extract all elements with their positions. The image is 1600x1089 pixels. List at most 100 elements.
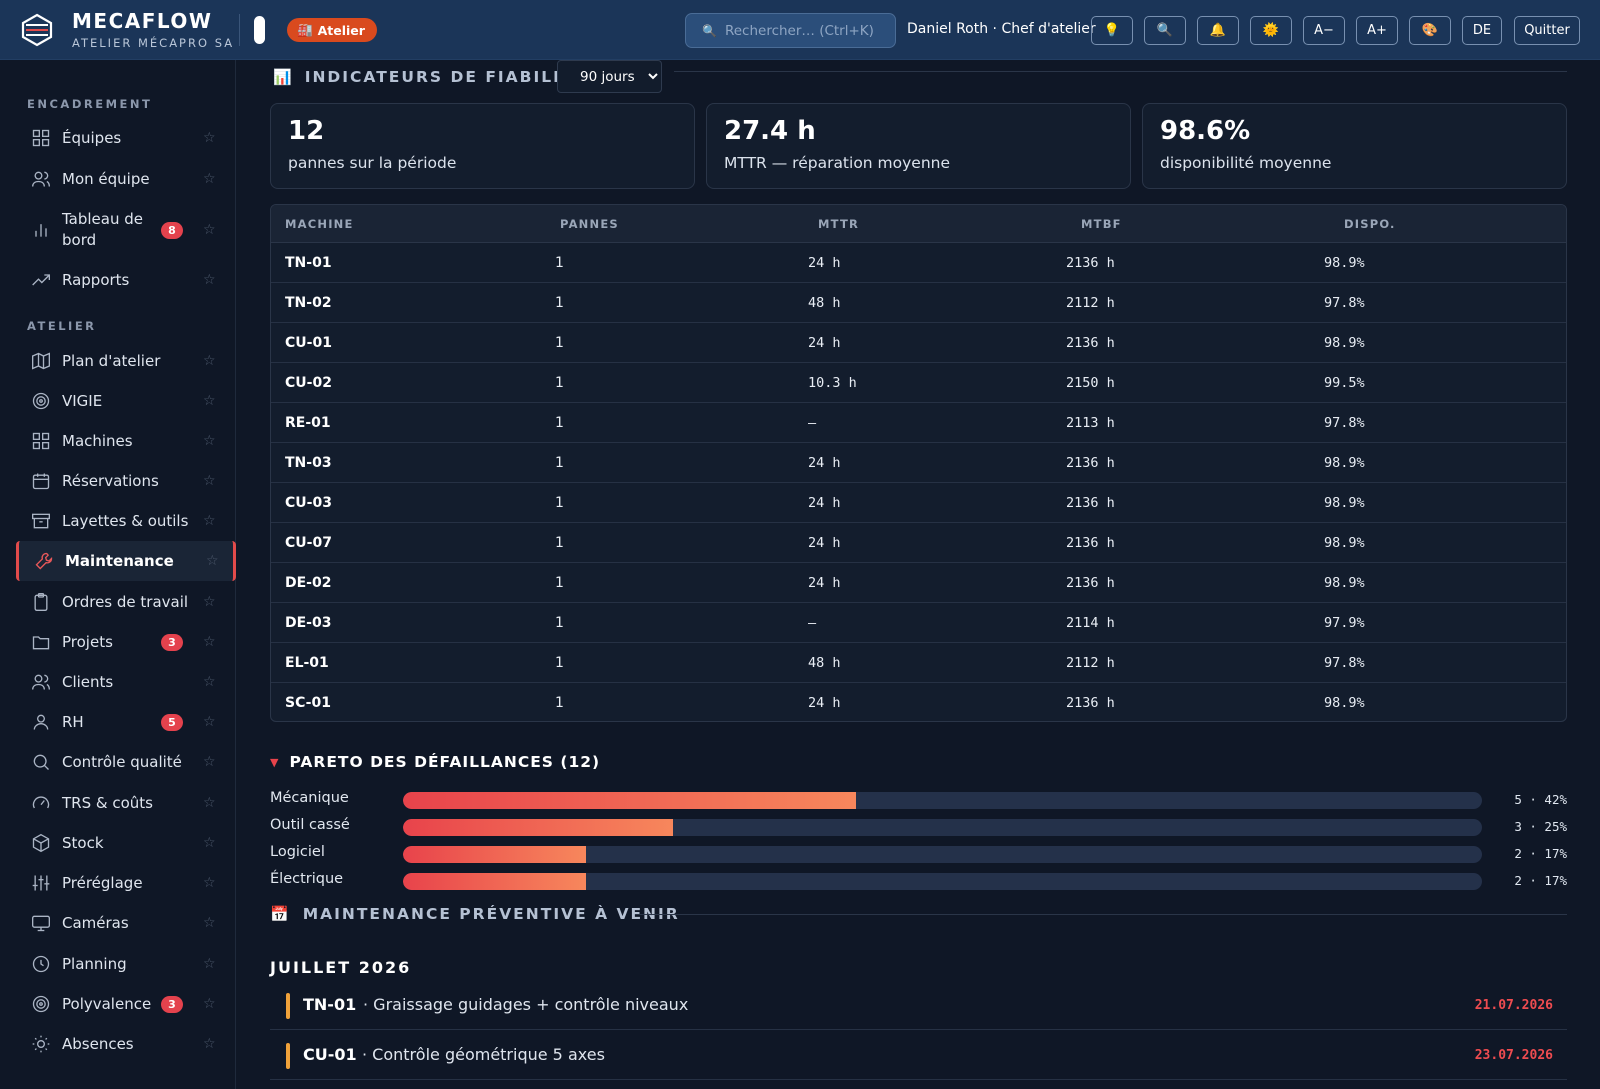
- table-row[interactable]: TN-01 1 24 h 2136 h 98.9%: [271, 243, 1566, 283]
- palette-button[interactable]: 🎨: [1409, 16, 1451, 45]
- theme-button[interactable]: 🌞: [1250, 16, 1292, 45]
- column-header-machine[interactable]: MACHINE: [285, 217, 354, 231]
- table-row[interactable]: CU-01 1 24 h 2136 h 98.9%: [271, 323, 1566, 363]
- sidebar-item-label: Machines: [62, 431, 133, 450]
- cell-mtbf: 2136 h: [1066, 455, 1115, 471]
- top-bar: MECAFLOW ATELIER MÉCAPRO SA 🏭 Atelier 🔍 …: [0, 0, 1600, 60]
- sidebar-item-vigie[interactable]: VIGIE ☆: [16, 381, 236, 421]
- favorite-star-icon[interactable]: ☆: [203, 473, 216, 489]
- favorite-star-icon[interactable]: ☆: [203, 433, 216, 449]
- lightbulb-icon: 💡: [1103, 23, 1121, 38]
- search-input[interactable]: [724, 22, 885, 39]
- favorite-star-icon[interactable]: ☆: [203, 996, 216, 1012]
- sidebar-item-prereglage[interactable]: Préréglage ☆: [16, 863, 236, 903]
- table-row[interactable]: DE-02 1 24 h 2136 h 98.9%: [271, 563, 1566, 603]
- preventive-item[interactable]: TN-01 · Graissage guidages + contrôle niv…: [270, 982, 1567, 1030]
- sidebar-item-planning[interactable]: Planning ☆: [16, 944, 236, 984]
- notifications-button[interactable]: 🔔: [1197, 16, 1239, 45]
- sidebar-item-rh[interactable]: RH 5 ☆: [16, 702, 236, 742]
- favorite-star-icon[interactable]: ☆: [203, 594, 216, 610]
- atelier-mode-badge[interactable]: 🏭 Atelier: [287, 18, 377, 42]
- table-row[interactable]: SC-01 1 24 h 2136 h 98.9%: [271, 683, 1566, 721]
- calendar-icon: 📅: [270, 905, 291, 923]
- favorite-star-icon[interactable]: ☆: [203, 513, 216, 529]
- search-box[interactable]: 🔍: [685, 13, 896, 48]
- target-icon: [30, 993, 52, 1015]
- sidebar-item-stock[interactable]: Stock ☆: [16, 823, 236, 863]
- grid-icon: [30, 127, 52, 149]
- sidebar-item-equipes[interactable]: Équipes ☆: [16, 118, 236, 158]
- kpi-caption: pannes sur la période: [288, 154, 457, 172]
- pareto-row: Mécanique 5 · 42%: [270, 790, 1567, 810]
- sidebar-item-mon-equipe[interactable]: Mon équipe ☆: [16, 159, 236, 199]
- table-row[interactable]: TN-02 1 48 h 2112 h 97.8%: [271, 283, 1566, 323]
- table-row[interactable]: CU-02 1 10.3 h 2150 h 99.5%: [271, 363, 1566, 403]
- favorite-star-icon[interactable]: ☆: [203, 714, 216, 730]
- table-header: MACHINE PANNES MTTR MTBF DISPO.: [271, 205, 1566, 243]
- column-header-mtbf[interactable]: MTBF: [1081, 217, 1122, 231]
- favorite-star-icon[interactable]: ☆: [203, 795, 216, 811]
- favorite-star-icon[interactable]: ☆: [203, 222, 216, 238]
- preventive-machine: TN-01: [303, 995, 357, 1014]
- favorite-star-icon[interactable]: ☆: [203, 875, 216, 891]
- table-row[interactable]: DE-03 1 — 2114 h 97.9%: [271, 603, 1566, 643]
- sidebar-item-absences[interactable]: Absences ☆: [16, 1024, 236, 1064]
- favorite-star-icon[interactable]: ☆: [203, 915, 216, 931]
- favorite-star-icon[interactable]: ☆: [203, 393, 216, 409]
- quit-button[interactable]: Quitter: [1514, 16, 1580, 45]
- table-row[interactable]: EL-01 1 48 h 2112 h 97.8%: [271, 643, 1566, 683]
- favorite-star-icon[interactable]: ☆: [203, 272, 216, 288]
- sidebar-item-trs-couts[interactable]: TRS & coûts ☆: [16, 783, 236, 823]
- sidebar-item-rapports[interactable]: Rapports ☆: [16, 260, 236, 300]
- favorite-star-icon[interactable]: ☆: [203, 130, 216, 146]
- preventive-machine: CU-01: [303, 1045, 357, 1064]
- favorite-star-icon[interactable]: ☆: [203, 1036, 216, 1052]
- favorite-star-icon[interactable]: ☆: [203, 956, 216, 972]
- cell-dispo: 98.9%: [1324, 575, 1365, 591]
- language-button[interactable]: DE: [1462, 16, 1502, 45]
- period-select[interactable]: 90 jours: [557, 60, 662, 93]
- font-larger-button[interactable]: A+: [1356, 16, 1398, 45]
- table-row[interactable]: RE-01 1 — 2113 h 97.8%: [271, 403, 1566, 443]
- table-row[interactable]: TN-03 1 24 h 2136 h 98.9%: [271, 443, 1566, 483]
- sidebar-item-maintenance[interactable]: Maintenance ☆: [16, 541, 236, 581]
- favorite-star-icon[interactable]: ☆: [203, 754, 216, 770]
- favorite-star-icon[interactable]: ☆: [203, 674, 216, 690]
- column-header-dispo[interactable]: DISPO.: [1344, 217, 1396, 231]
- sidebar-item-machines[interactable]: Machines ☆: [16, 421, 236, 461]
- pareto-header[interactable]: ▼ PARETO DES DÉFAILLANCES (12): [270, 753, 600, 771]
- sidebar-toggle[interactable]: [254, 16, 265, 44]
- sidebar-item-reservations[interactable]: Réservations ☆: [16, 461, 236, 501]
- favorite-star-icon[interactable]: ☆: [203, 353, 216, 369]
- cell-mtbf: 2136 h: [1066, 575, 1115, 591]
- sidebar-item-ordres-de-travail[interactable]: Ordres de travail ☆: [16, 582, 236, 622]
- cell-dispo: 98.9%: [1324, 455, 1365, 471]
- pareto-value: 3 · 25%: [1514, 819, 1567, 834]
- favorite-star-icon[interactable]: ☆: [203, 171, 216, 187]
- table-row[interactable]: CU-07 1 24 h 2136 h 98.9%: [271, 523, 1566, 563]
- pareto-bar: [403, 792, 857, 809]
- sidebar-item-layettes-outils[interactable]: Layettes & outils ☆: [16, 501, 236, 541]
- tips-button[interactable]: 💡: [1091, 16, 1133, 45]
- sidebar-item-projets[interactable]: Projets 3 ☆: [16, 622, 236, 662]
- favorite-star-icon[interactable]: ☆: [206, 553, 219, 569]
- sidebar-item-plan-d-atelier[interactable]: Plan d'atelier ☆: [16, 341, 236, 381]
- search-button[interactable]: 🔍: [1144, 16, 1186, 45]
- favorite-star-icon[interactable]: ☆: [203, 634, 216, 650]
- cell-mttr: —: [808, 615, 817, 631]
- cell-dispo: 98.9%: [1324, 335, 1365, 351]
- sidebar-item-controle-qualite[interactable]: Contrôle qualité ☆: [16, 742, 236, 782]
- table-row[interactable]: CU-03 1 24 h 2136 h 98.9%: [271, 483, 1566, 523]
- favorite-star-icon[interactable]: ☆: [203, 835, 216, 851]
- kpi-value: 12: [288, 116, 325, 146]
- sidebar-item-tableau-de-bord[interactable]: Tableau de bord 8 ☆: [16, 206, 236, 254]
- cell-dispo: 97.9%: [1324, 615, 1365, 631]
- sidebar-item-label: Absences: [62, 1034, 134, 1053]
- sidebar-item-clients[interactable]: Clients ☆: [16, 662, 236, 702]
- sidebar-item-cameras[interactable]: Caméras ☆: [16, 903, 236, 943]
- preventive-item[interactable]: CU-01 · Contrôle géométrique 5 axes 23.07.…: [270, 1032, 1567, 1080]
- sidebar-item-polyvalence[interactable]: Polyvalence 3 ☆: [16, 984, 236, 1024]
- column-header-pannes[interactable]: PANNES: [560, 217, 619, 231]
- column-header-mttr[interactable]: MTTR: [818, 217, 859, 231]
- font-smaller-button[interactable]: A−: [1303, 16, 1345, 45]
